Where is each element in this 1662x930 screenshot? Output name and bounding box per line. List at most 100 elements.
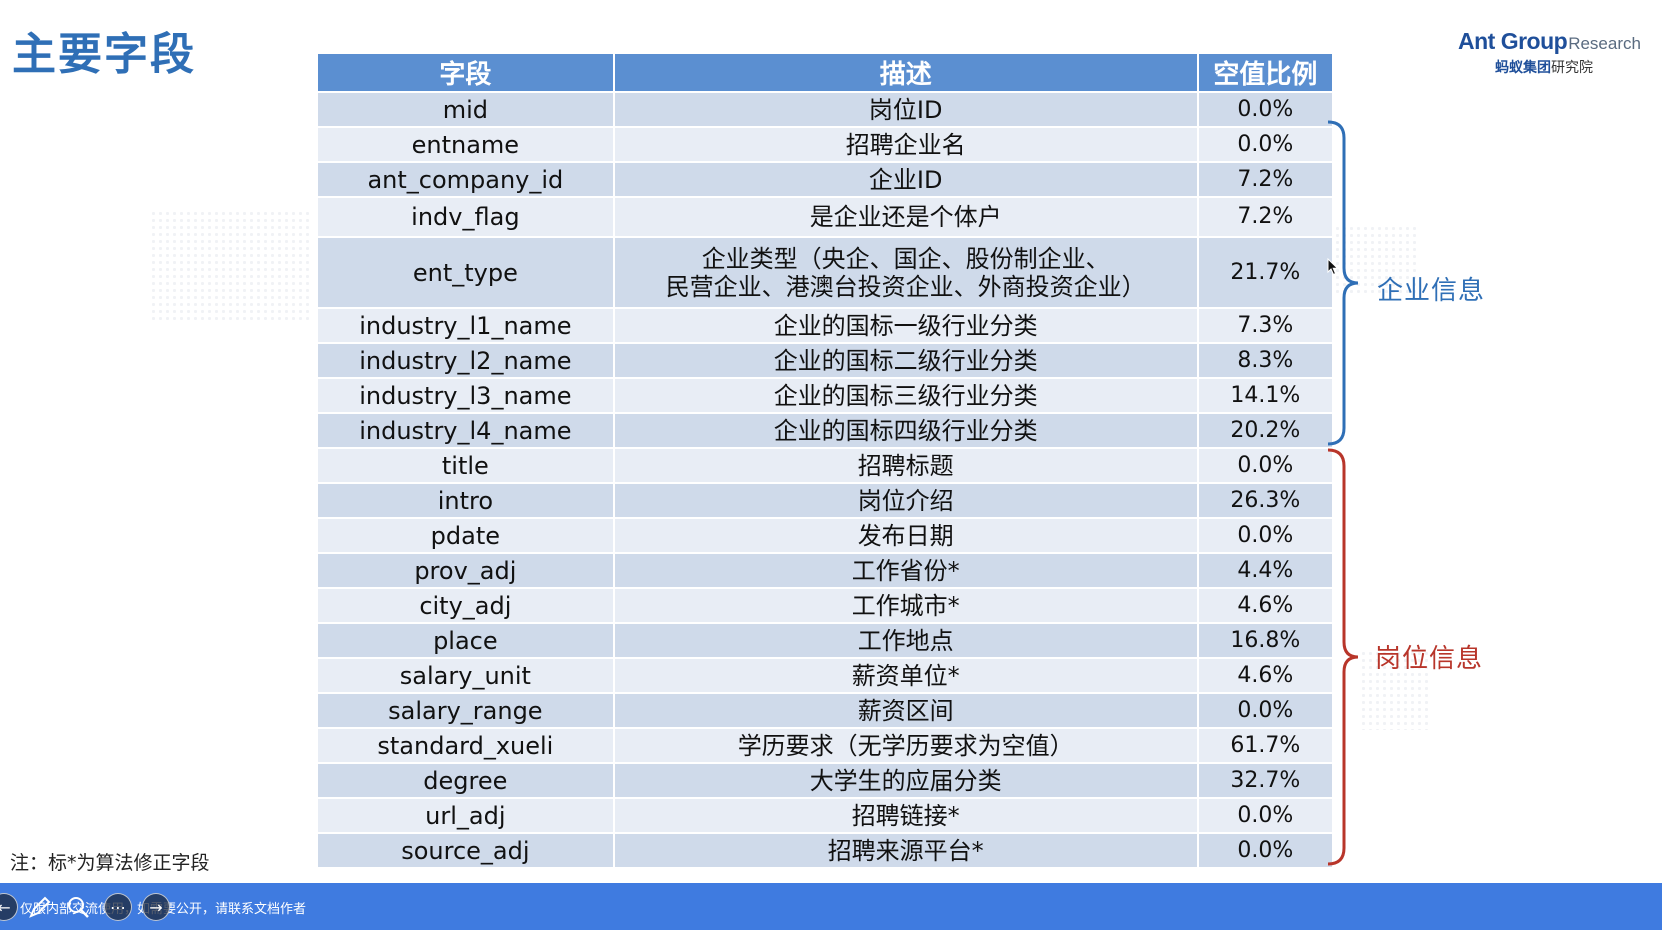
table-row: place 工作地点 16.8% [318, 624, 1332, 659]
cell-null-ratio: 21.7% [1198, 238, 1332, 309]
header-description: 描述 [614, 54, 1199, 93]
cell-description: 招聘链接* [614, 799, 1199, 834]
cell-field: ent_type [318, 238, 615, 309]
logo-brand: Ant Group [1458, 28, 1568, 54]
cell-null-ratio: 0.0% [1198, 449, 1332, 484]
cell-field: city_adj [318, 589, 615, 624]
cell-field: pdate [318, 519, 615, 554]
cell-field: source_adj [318, 834, 615, 869]
table-row: mid 岗位ID 0.0% [318, 93, 1332, 128]
next-icon[interactable]: → [142, 893, 170, 921]
cell-description: 工作地点 [614, 624, 1199, 659]
table-row: salary_unit 薪资单位* 4.6% [318, 659, 1332, 694]
table-row: industry_l3_name 企业的国标三级行业分类 14.1% [318, 379, 1332, 414]
position-info-label: 岗位信息 [1375, 644, 1484, 674]
logo-suffix: Research [1568, 34, 1641, 53]
cell-null-ratio: 4.4% [1198, 554, 1332, 589]
logo-cn-brand: 蚂蚁集团 [1495, 60, 1551, 76]
cell-description-line: 民营企业、港澳台投资企业、外商投资企业） [665, 272, 1146, 301]
table-row: prov_adj 工作省份* 4.4% [318, 554, 1332, 589]
company-info-label: 企业信息 [1377, 276, 1486, 306]
zoom-icon[interactable] [64, 893, 92, 921]
fields-table: 字段 描述 空值比例 mid 岗位ID 0.0% entname 招聘企业名 0… [318, 54, 1332, 869]
company-info-brace [1327, 120, 1359, 446]
cell-null-ratio: 0.0% [1198, 694, 1332, 729]
cell-field: industry_l3_name [318, 379, 615, 414]
table-row: ant_company_id 企业ID 7.2% [318, 163, 1332, 198]
cell-description: 企业的国标一级行业分类 [614, 309, 1199, 344]
cell-null-ratio: 0.0% [1198, 519, 1332, 554]
table-row: url_adj 招聘链接* 0.0% [318, 799, 1332, 834]
cell-description: 企业的国标二级行业分类 [614, 344, 1199, 379]
cell-field: prov_adj [318, 554, 615, 589]
cell-null-ratio: 16.8% [1198, 624, 1332, 659]
cell-description: 发布日期 [614, 519, 1199, 554]
cell-null-ratio: 0.0% [1198, 834, 1332, 869]
table-row: standard_xueli 学历要求（无学历要求为空值） 61.7% [318, 729, 1332, 764]
cell-field: degree [318, 764, 615, 799]
cell-null-ratio: 7.2% [1198, 163, 1332, 198]
cell-description: 招聘标题 [614, 449, 1199, 484]
logo-cn-suffix: 研究院 [1551, 60, 1593, 76]
table-row: industry_l4_name 企业的国标四级行业分类 20.2% [318, 414, 1332, 449]
cell-field: url_adj [318, 799, 615, 834]
cell-field: entname [318, 128, 615, 163]
prev-icon[interactable]: ← [0, 893, 18, 921]
table-row: city_adj 工作城市* 4.6% [318, 589, 1332, 624]
cell-description: 企业ID [614, 163, 1199, 198]
cell-field: title [318, 449, 615, 484]
table-row: title 招聘标题 0.0% [318, 449, 1332, 484]
cell-description-line: 企业类型（央企、国企、股份制企业、 [701, 244, 1110, 273]
table-row: source_adj 招聘来源平台* 0.0% [318, 834, 1332, 869]
more-icon[interactable]: ⋯ [104, 893, 132, 921]
bottom-bar: 仅限内部交流使用，如需要公开，请联系文档作者 ← ⋯ → [0, 883, 1662, 930]
table-header-row: 字段 描述 空值比例 [318, 54, 1332, 93]
cell-null-ratio: 7.2% [1198, 198, 1332, 238]
cell-null-ratio: 4.6% [1198, 659, 1332, 694]
cell-null-ratio: 20.2% [1198, 414, 1332, 449]
cell-description: 薪资单位* [614, 659, 1199, 694]
cell-field: industry_l2_name [318, 344, 615, 379]
cell-description: 招聘来源平台* [614, 834, 1199, 869]
cell-description: 岗位ID [614, 93, 1199, 128]
cell-description: 企业类型（央企、国企、股份制企业、 民营企业、港澳台投资企业、外商投资企业） [614, 238, 1199, 309]
header-field: 字段 [318, 54, 615, 93]
cell-null-ratio: 4.6% [1198, 589, 1332, 624]
cell-null-ratio: 61.7% [1198, 729, 1332, 764]
cell-null-ratio: 8.3% [1198, 344, 1332, 379]
cell-null-ratio: 7.3% [1198, 309, 1332, 344]
cell-description: 大学生的应届分类 [614, 764, 1199, 799]
table-row: indv_flag 是企业还是个体户 7.2% [318, 198, 1332, 238]
cell-description: 是企业还是个体户 [614, 198, 1199, 238]
cell-description: 工作城市* [614, 589, 1199, 624]
cell-null-ratio: 0.0% [1198, 93, 1332, 128]
cell-description: 学历要求（无学历要求为空值） [614, 729, 1199, 764]
cell-description: 招聘企业名 [614, 128, 1199, 163]
table-row: degree 大学生的应届分类 32.7% [318, 764, 1332, 799]
cell-field: industry_l4_name [318, 414, 615, 449]
cell-null-ratio: 32.7% [1198, 764, 1332, 799]
cell-field: standard_xueli [318, 729, 615, 764]
footnote: 注：标*为算法修正字段 [10, 852, 210, 874]
table-row: entname 招聘企业名 0.0% [318, 128, 1332, 163]
cell-description: 企业的国标三级行业分类 [614, 379, 1199, 414]
cell-description: 企业的国标四级行业分类 [614, 414, 1199, 449]
header-null-ratio: 空值比例 [1198, 54, 1332, 93]
cell-field: mid [318, 93, 615, 128]
position-info-brace [1327, 448, 1359, 866]
table-row: industry_l2_name 企业的国标二级行业分类 8.3% [318, 344, 1332, 379]
cell-field: ant_company_id [318, 163, 615, 198]
table-row: intro 岗位介绍 26.3% [318, 484, 1332, 519]
cell-description: 岗位介绍 [614, 484, 1199, 519]
background-map-dots [150, 210, 310, 320]
table-row: pdate 发布日期 0.0% [318, 519, 1332, 554]
pen-icon[interactable] [26, 893, 54, 921]
cell-description: 工作省份* [614, 554, 1199, 589]
page-title: 主要字段 [12, 29, 196, 80]
cell-description: 薪资区间 [614, 694, 1199, 729]
table-row: ent_type 企业类型（央企、国企、股份制企业、 民营企业、港澳台投资企业、… [318, 238, 1332, 309]
cell-null-ratio: 26.3% [1198, 484, 1332, 519]
cell-null-ratio: 0.0% [1198, 128, 1332, 163]
cell-field: place [318, 624, 615, 659]
cell-field: indv_flag [318, 198, 615, 238]
